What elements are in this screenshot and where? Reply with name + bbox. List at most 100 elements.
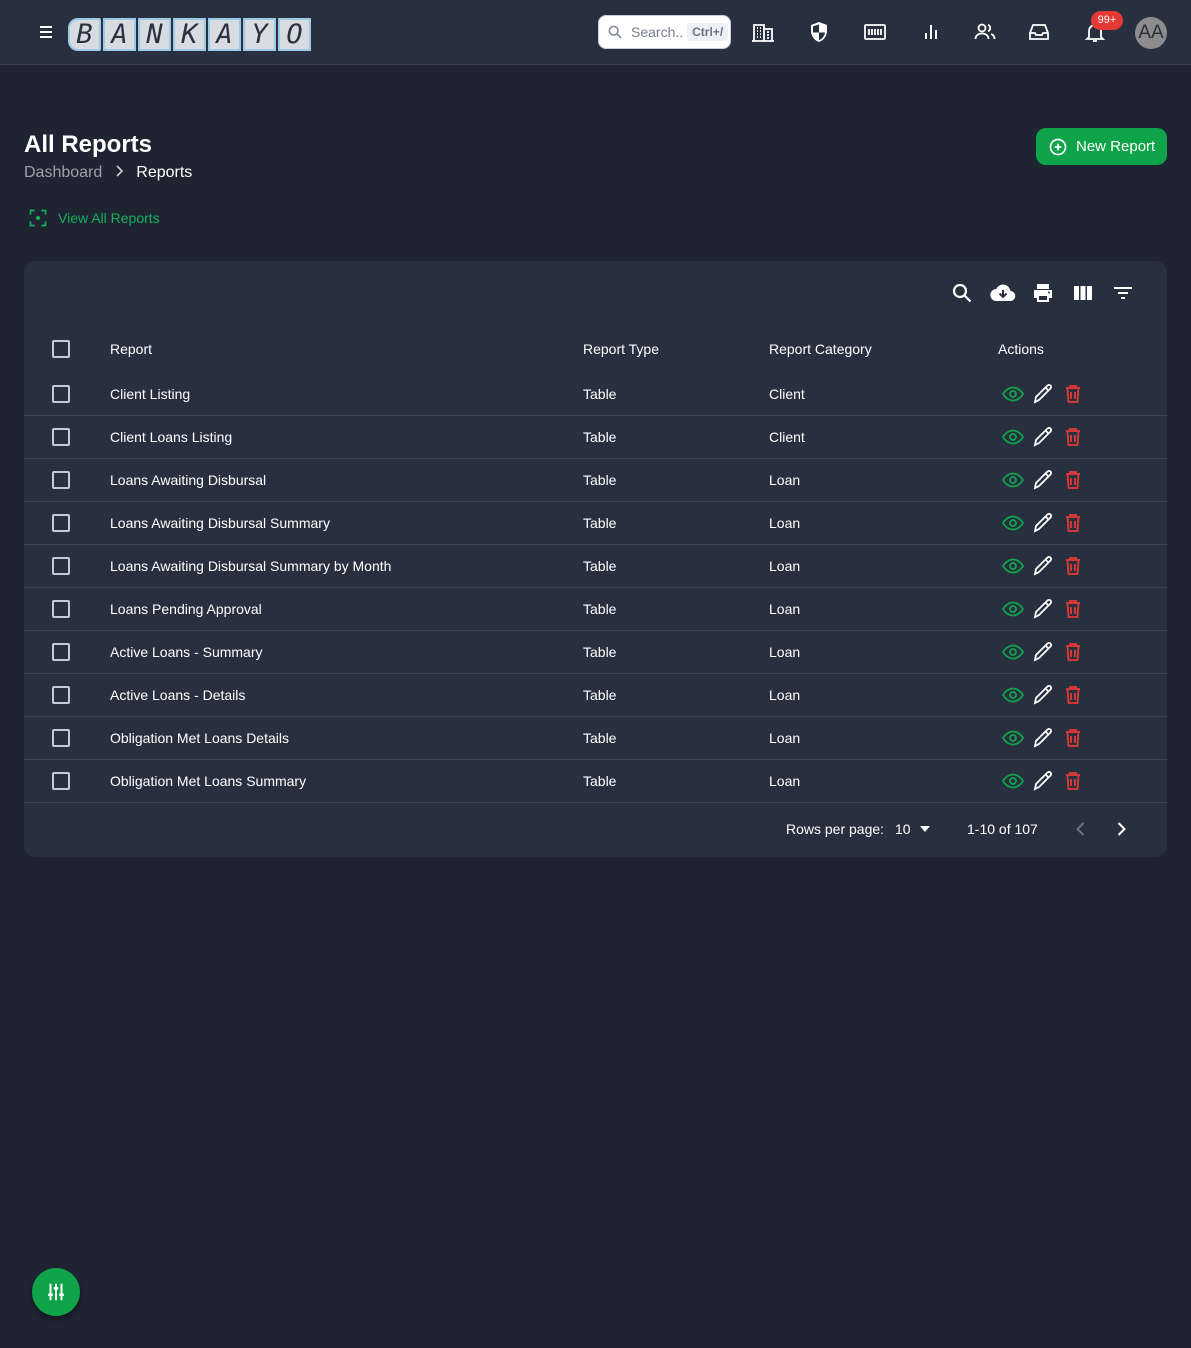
pagination-range: 1-10 of 107: [967, 821, 1038, 837]
row-checkbox[interactable]: [52, 428, 70, 446]
delete-icon[interactable]: [1061, 640, 1085, 664]
view-icon[interactable]: [1001, 554, 1025, 578]
search-icon[interactable]: [950, 281, 974, 305]
row-checkbox[interactable]: [52, 471, 70, 489]
download-icon[interactable]: [990, 281, 1016, 305]
settings-fab[interactable]: [32, 1268, 80, 1316]
accounting-icon[interactable]: [863, 20, 887, 44]
delete-icon[interactable]: [1061, 382, 1085, 406]
report-name-cell: Loans Awaiting Disbursal Summary: [110, 515, 330, 531]
report-category-cell: Loan: [769, 773, 801, 789]
delete-icon[interactable]: [1061, 683, 1085, 707]
report-type-cell: Table: [583, 773, 617, 789]
search-icon: [608, 25, 622, 39]
view-icon[interactable]: [1001, 640, 1025, 664]
view-icon[interactable]: [1001, 726, 1025, 750]
report-name-cell: Loans Pending Approval: [110, 601, 262, 617]
row-checkbox[interactable]: [52, 600, 70, 618]
edit-icon[interactable]: [1031, 726, 1055, 750]
view-all-reports-link[interactable]: View All Reports: [28, 208, 160, 228]
global-search[interactable]: Search.. Ctrl+/: [598, 15, 731, 49]
column-header-report-category[interactable]: Report Category: [769, 341, 872, 357]
edit-icon[interactable]: [1031, 769, 1055, 793]
delete-icon[interactable]: [1061, 554, 1085, 578]
row-checkbox[interactable]: [52, 772, 70, 790]
view-icon[interactable]: [1001, 468, 1025, 492]
app-logo[interactable]: BANKAYO: [68, 18, 311, 54]
dropdown-arrow-icon: [919, 826, 930, 832]
report-name-cell: Loans Awaiting Disbursal: [110, 472, 267, 488]
table-row[interactable]: Loans Awaiting Disbursal Summary Table Loa…: [24, 502, 1167, 545]
row-checkbox[interactable]: [52, 729, 70, 747]
breadcrumb: Dashboard Reports: [24, 164, 192, 182]
edit-icon[interactable]: [1031, 597, 1055, 621]
add-circle-icon: [1049, 138, 1067, 155]
notification-badge: 99+: [1091, 11, 1123, 30]
view-icon[interactable]: [1001, 597, 1025, 621]
rows-per-page-value: 10: [895, 821, 911, 837]
new-report-label: New Report: [1076, 138, 1156, 155]
delete-icon[interactable]: [1061, 468, 1085, 492]
next-page-icon[interactable]: [1109, 817, 1133, 841]
report-type-cell: Table: [583, 515, 617, 531]
edit-icon[interactable]: [1031, 554, 1055, 578]
select-all-checkbox[interactable]: [52, 340, 70, 358]
inbox-icon[interactable]: [1027, 20, 1051, 44]
rows-per-page-select[interactable]: 10: [895, 821, 931, 837]
organization-icon[interactable]: [751, 20, 775, 44]
report-category-cell: Loan: [769, 601, 801, 617]
users-icon[interactable]: [973, 20, 997, 44]
table-row[interactable]: Client Listing Table Client: [24, 373, 1167, 416]
delete-icon[interactable]: [1061, 597, 1085, 621]
view-icon[interactable]: [1001, 769, 1025, 793]
report-type-cell: Table: [583, 730, 617, 746]
edit-icon[interactable]: [1031, 640, 1055, 664]
report-name-cell: Obligation Met Loans Summary: [110, 773, 307, 789]
table-row[interactable]: Active Loans - Summary Table Loan: [24, 631, 1167, 674]
breadcrumb-dashboard[interactable]: Dashboard: [24, 164, 102, 182]
row-checkbox[interactable]: [52, 385, 70, 403]
table-row[interactable]: Client Loans Listing Table Client: [24, 416, 1167, 459]
view-icon[interactable]: [1001, 511, 1025, 535]
table-row[interactable]: Loans Awaiting Disbursal Table Loan: [24, 459, 1167, 502]
edit-icon[interactable]: [1031, 382, 1055, 406]
view-icon[interactable]: [1001, 425, 1025, 449]
menu-icon[interactable]: [34, 20, 58, 44]
reports-icon[interactable]: [919, 20, 943, 44]
delete-icon[interactable]: [1061, 726, 1085, 750]
report-category-cell: Loan: [769, 644, 801, 660]
table-row[interactable]: Loans Awaiting Disbursal Summary by Mont…: [24, 545, 1167, 588]
table-row[interactable]: Obligation Met Loans Details Table Loan: [24, 717, 1167, 760]
filter-icon[interactable]: [1111, 281, 1135, 305]
delete-icon[interactable]: [1061, 769, 1085, 793]
edit-icon[interactable]: [1031, 683, 1055, 707]
row-checkbox[interactable]: [52, 686, 70, 704]
avatar[interactable]: AA: [1135, 17, 1167, 49]
table-row[interactable]: Loans Pending Approval Table Loan: [24, 588, 1167, 631]
delete-icon[interactable]: [1061, 425, 1085, 449]
report-category-cell: Client: [769, 429, 805, 445]
security-icon[interactable]: [807, 20, 831, 44]
table-row[interactable]: Active Loans - Details Table Loan: [24, 674, 1167, 717]
report-name-cell: Client Listing: [110, 386, 191, 402]
edit-icon[interactable]: [1031, 468, 1055, 492]
top-app-bar: BANKAYO Search.. Ctrl+/ 99+ AA: [0, 0, 1191, 65]
columns-icon[interactable]: [1071, 281, 1095, 305]
edit-icon[interactable]: [1031, 511, 1055, 535]
view-all-reports-label: View All Reports: [58, 210, 160, 226]
table-row[interactable]: Obligation Met Loans Summary Table Loan: [24, 760, 1167, 803]
row-checkbox[interactable]: [52, 643, 70, 661]
row-checkbox[interactable]: [52, 557, 70, 575]
view-icon[interactable]: [1001, 683, 1025, 707]
row-checkbox[interactable]: [52, 514, 70, 532]
column-header-report[interactable]: Report: [110, 341, 152, 357]
print-icon[interactable]: [1031, 281, 1055, 305]
column-header-report-type[interactable]: Report Type: [583, 341, 659, 357]
new-report-button[interactable]: New Report: [1036, 128, 1167, 165]
edit-icon[interactable]: [1031, 425, 1055, 449]
delete-icon[interactable]: [1061, 511, 1085, 535]
logo-letter: N: [138, 18, 171, 51]
report-type-cell: Table: [583, 472, 617, 488]
previous-page-icon[interactable]: [1069, 817, 1093, 841]
view-icon[interactable]: [1001, 382, 1025, 406]
